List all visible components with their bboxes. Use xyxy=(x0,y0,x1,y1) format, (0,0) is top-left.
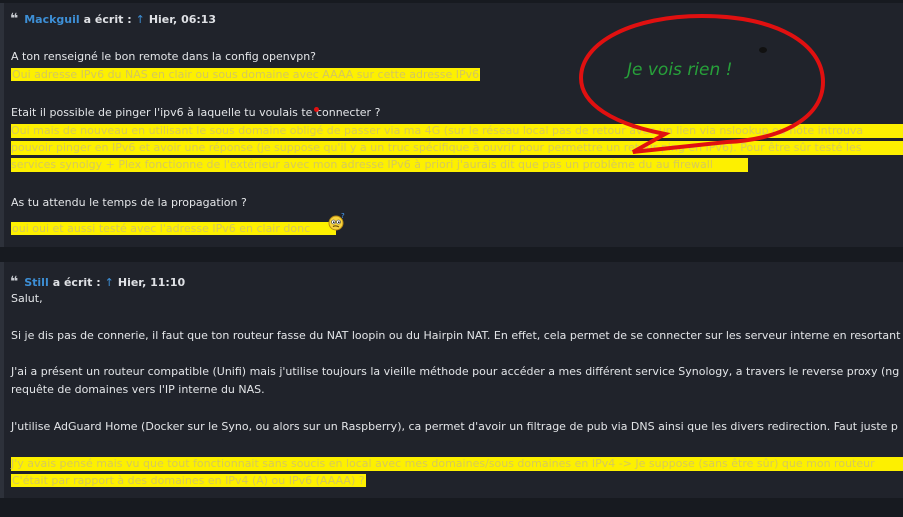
quote-line: J'ai a présent un routeur compatible (Un… xyxy=(11,365,900,378)
quote-line: Salut, xyxy=(11,292,43,305)
forum-thread: ❝ Mackguil a écrit : ↑ Hier, 06:13 A ton… xyxy=(0,0,903,517)
speech-bubble-annotation xyxy=(578,13,826,154)
quote-line: A ton renseigné le bon remote dans la co… xyxy=(11,50,317,63)
highlighted-text: oui oui et aussi testé avec l'adresse IP… xyxy=(11,222,337,235)
highlighted-text: Oui adresse IPv6 du NAS en clair ou sous… xyxy=(11,68,481,81)
quote-author-link[interactable]: Still xyxy=(24,276,49,289)
quote-timestamp[interactable]: Hier, 06:13 xyxy=(149,13,216,26)
highlighted-text: J'y avais pensé mais vu que tout fonctio… xyxy=(11,457,875,470)
highlighted-text: C'était par rapport à des domaines en IP… xyxy=(11,474,366,487)
ink-dot xyxy=(759,47,767,53)
quote-line: Si je dis pas de connerie, il faut que t… xyxy=(11,329,901,342)
quote-timestamp[interactable]: Hier, 11:10 xyxy=(118,276,185,289)
up-arrow-icon[interactable]: ↑ xyxy=(105,276,114,289)
quote-wrote-label: a écrit : xyxy=(83,12,132,26)
red-dot xyxy=(314,107,319,112)
highlight-line: Oui adresse IPv6 du NAS en clair ou sous… xyxy=(11,68,481,82)
quote-line: J'utilise AdGuard Home (Docker sur le Sy… xyxy=(11,420,898,433)
quote-line: requête de domaines vers l'IP interne du… xyxy=(11,383,265,396)
highlight-line: C'était par rapport à des domaines en IP… xyxy=(11,474,366,488)
highlight-line: oui oui et aussi testé avec l'adresse IP… xyxy=(11,222,337,236)
svg-text:?: ? xyxy=(341,212,345,220)
quote-icon: ❝ xyxy=(10,274,18,290)
quote-header: ❝ Mackguil a écrit : ↑ Hier, 06:13 xyxy=(10,11,216,27)
quote-author-link[interactable]: Mackguil xyxy=(24,13,79,26)
quote-line: Etait il possible de pinger l'ipv6 à laq… xyxy=(11,106,381,119)
annotation-text: Je vois rien ! xyxy=(627,60,733,80)
quote-header: ❝ Still a écrit : ↑ Hier, 11:10 xyxy=(10,274,185,290)
quote-icon: ❝ xyxy=(10,11,18,27)
confused-emoji-icon: ? xyxy=(328,212,345,231)
up-arrow-icon[interactable]: ↑ xyxy=(136,13,145,26)
quote-wrote-label: a écrit : xyxy=(52,275,101,289)
quote-line: As tu attendu le temps de la propagation… xyxy=(11,196,247,209)
